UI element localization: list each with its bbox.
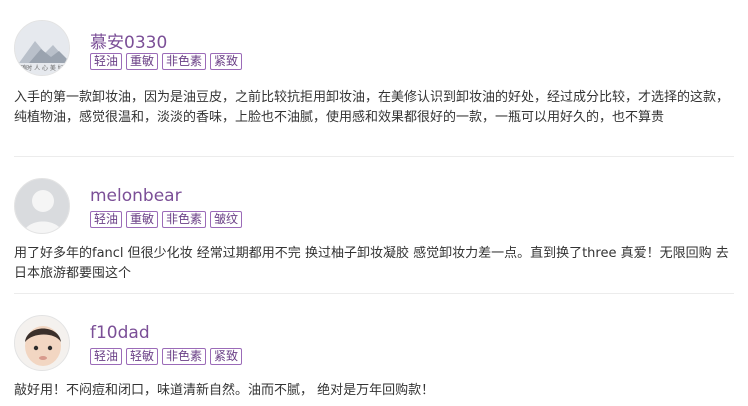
skin-tag[interactable]: 重敏 (126, 211, 159, 228)
skin-tag[interactable]: 轻油 (90, 53, 123, 70)
skin-tag[interactable]: 轻敏 (126, 348, 159, 365)
review-text: 入手的第一款卸妆油，因为是油豆皮，之前比较抗拒用卸妆油，在美修认识到卸妆油的好处… (14, 90, 730, 125)
skin-tags: 轻油 重敏 非色素 紧致 (90, 53, 243, 70)
skin-tag[interactable]: 紧致 (210, 348, 243, 365)
skin-tags: 轻油 轻敏 非色素 紧致 (90, 348, 243, 365)
skin-tag[interactable]: 紧致 (210, 53, 243, 70)
skin-tag[interactable]: 轻油 (90, 211, 123, 228)
review-divider (14, 293, 734, 294)
review-text: 用了好多年的fancl 但很少化妆 经常过期都用不完 换过柚子卸妆凝胶 感觉卸妆… (14, 246, 729, 281)
default-user-avatar-icon (15, 179, 69, 233)
skin-tag[interactable]: 轻油 (90, 348, 123, 365)
review-item: f10dad 轻油 轻敏 非色素 紧致 敲好用！不闷痘和闭口，味道清新自然。油而… (0, 295, 748, 406)
username[interactable]: f10dad (90, 323, 150, 343)
skin-tag[interactable]: 非色素 (162, 211, 207, 228)
review-text: 敲好用！不闷痘和闭口，味道清新自然。油而不腻， 绝对是万年回购款！ (14, 383, 435, 398)
username[interactable]: 慕安0330 (90, 28, 167, 53)
user-avatar[interactable] (14, 315, 70, 371)
review-item: melonbear 轻油 重敏 非色素 皱纹 用了好多年的fancl 但很少化妆… (0, 158, 748, 295)
skin-tag[interactable]: 皱纹 (210, 211, 243, 228)
username[interactable]: melonbear (90, 186, 182, 206)
skin-tags: 轻油 重敏 非色素 皱纹 (90, 211, 243, 228)
review-item: 随时 人 心 美 好 慕安0330 轻油 重敏 非色素 紧致 入手的第一款卸妆油… (0, 0, 748, 158)
avatar-caption: 随时 人 心 美 好 (20, 65, 64, 72)
skin-tag[interactable]: 重敏 (126, 53, 159, 70)
user-avatar[interactable]: 随时 人 心 美 好 (14, 20, 70, 76)
skin-tag[interactable]: 非色素 (162, 348, 207, 365)
user-avatar[interactable] (14, 178, 70, 234)
review-divider (14, 156, 734, 157)
skin-tag[interactable]: 非色素 (162, 53, 207, 70)
child-photo-avatar-icon (15, 316, 69, 370)
